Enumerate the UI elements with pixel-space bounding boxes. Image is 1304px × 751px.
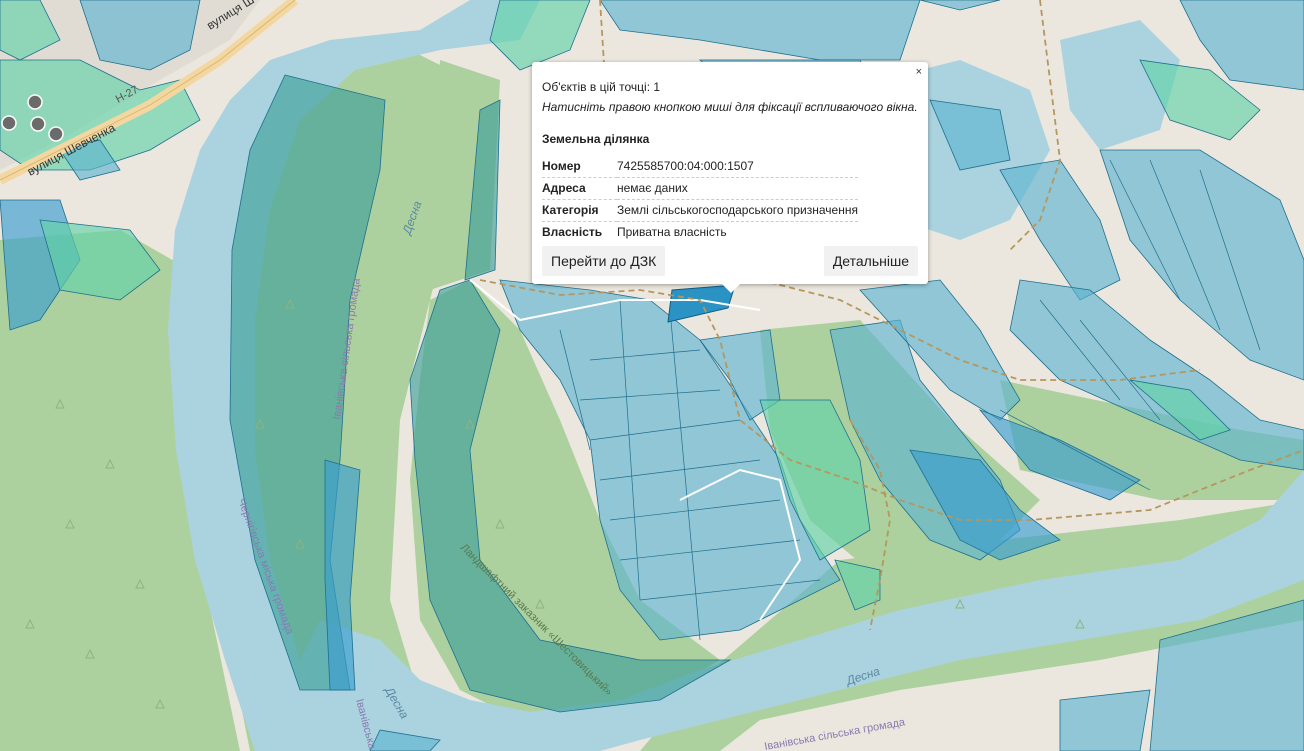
row-value-ownership: Приватна власність [617, 225, 727, 239]
row-key-ownership: Власність [542, 225, 603, 239]
row-key-address: Адреса [542, 177, 617, 200]
table-row: Власність Приватна власність [542, 222, 858, 244]
objects-count: Об'єктів в цій точці: 1 [542, 80, 661, 94]
parcel-attributes-table: Номер 7425585700:04:000:1507 Адреса нема… [542, 156, 858, 243]
popup-actions: Перейти до ДЗК Детальніше [542, 246, 918, 276]
parcel-info-popup: × Об'єктів в цій точці: 1 Натисніть прав… [532, 62, 928, 293]
row-value-number: 7425585700:04:000:1507 [617, 156, 858, 178]
row-key-number: Номер [542, 156, 617, 178]
table-row: Адреса немає даних [542, 177, 858, 200]
table-row: Номер 7425585700:04:000:1507 [542, 156, 858, 178]
go-to-dzk-button[interactable]: Перейти до ДЗК [542, 246, 666, 276]
row-value-address: немає даних [617, 177, 858, 200]
row-key-category: Категорія [542, 199, 617, 222]
details-button[interactable]: Детальніше [823, 246, 918, 276]
close-icon[interactable]: × [916, 66, 922, 78]
popup-tip [721, 283, 741, 293]
popup-title: Земельна ділянка [542, 132, 650, 146]
popup-hint: Натисніть правою кнопкою миші для фіксац… [542, 100, 918, 114]
table-row: Категорія Землі сільськогосподарського п… [542, 199, 858, 222]
row-value-category: Землі сільськогосподарського призначення [617, 199, 858, 222]
